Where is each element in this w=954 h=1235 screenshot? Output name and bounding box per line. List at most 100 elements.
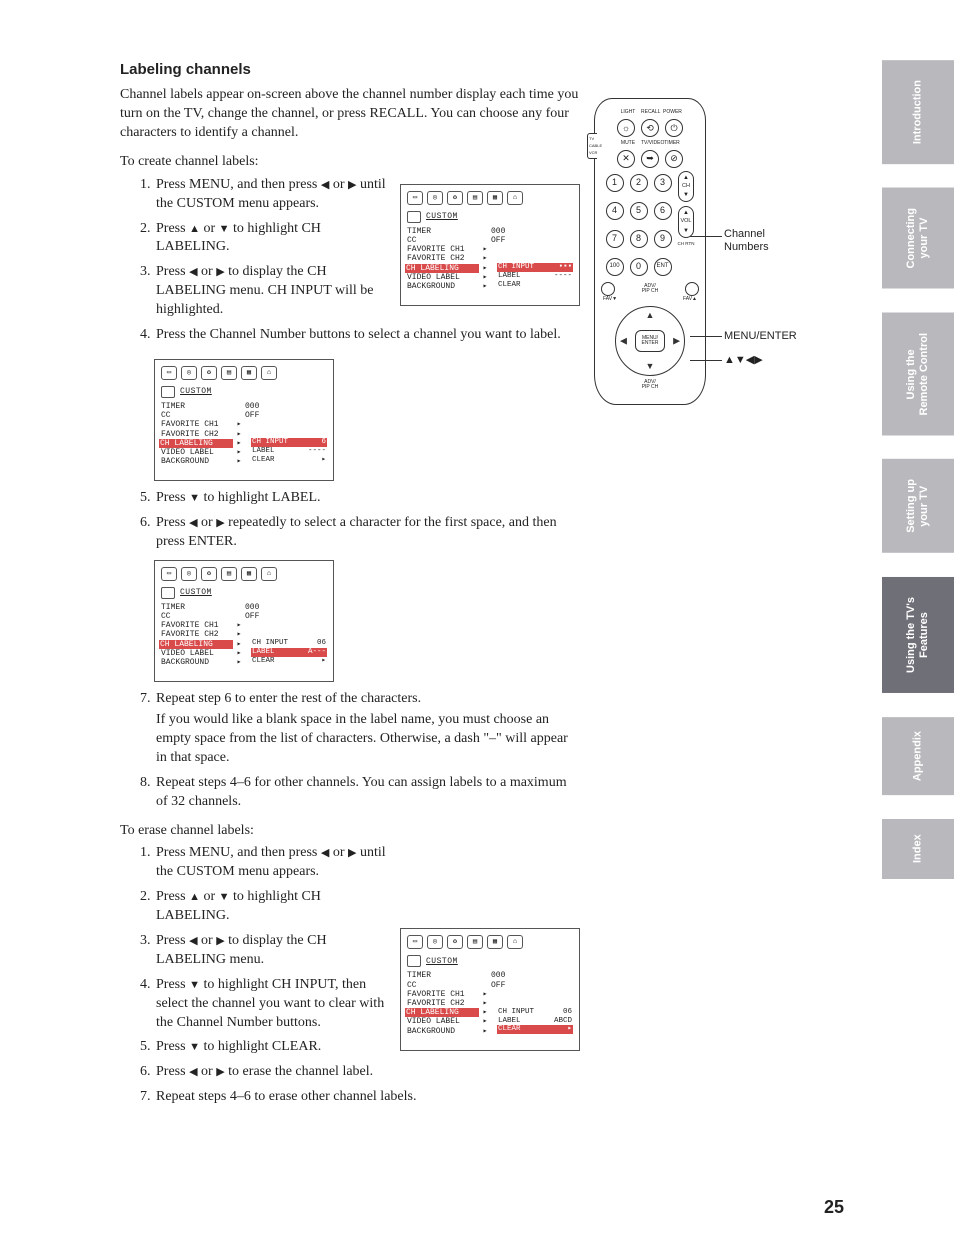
dpad-up-icon: ▲ <box>646 311 655 320</box>
lbl-mute: MUTE <box>619 140 637 147</box>
up-arrow-icon: ▲ <box>189 223 200 235</box>
osd3-timer: TIMER <box>161 603 233 612</box>
page-number: 25 <box>824 1195 844 1219</box>
callout-channel-numbers: Channel Numbers <box>724 228 769 253</box>
osd3-sub-chinput-v: 06 <box>302 639 326 648</box>
num-4[interactable]: 4 <box>606 202 624 220</box>
num-7[interactable]: 7 <box>606 230 624 248</box>
tab-index[interactable]: Index <box>882 819 954 879</box>
tab-introduction[interactable]: Introduction <box>882 60 954 164</box>
right-arrow-icon: ▶ <box>216 935 224 947</box>
osd4-sub-chinput-v: 06 <box>548 1008 572 1017</box>
callout-arrows: ▲▼◀▶ <box>724 354 763 367</box>
left-arrow-icon: ◀ <box>189 1066 197 1078</box>
create-step-7-note: If you would like a blank space in the l… <box>156 711 580 768</box>
callout-line-chnum <box>690 236 722 237</box>
lbl-tvvideo: TV/VIDEO <box>641 140 659 147</box>
ch-up-icon: ▲ <box>683 174 689 182</box>
osd4-title: CUSTOM <box>426 957 458 966</box>
osd3-vlabel: VIDEO LABEL <box>161 649 233 658</box>
num-5[interactable]: 5 <box>630 202 648 220</box>
vol-rocker[interactable]: ▲ VOL ▼ <box>678 206 694 238</box>
menu-enter-button[interactable]: MENU/ ENTER <box>635 330 665 352</box>
erase-step-7: Repeat steps 4–6 to erase other channel … <box>154 1088 580 1107</box>
tab-remote[interactable]: Using the Remote Control <box>882 313 954 436</box>
osd3-bg: BACKGROUND <box>161 658 233 667</box>
num-100[interactable]: 100 <box>606 258 624 276</box>
num-8[interactable]: 8 <box>630 230 648 248</box>
osd4-bg: BACKGROUND <box>407 1027 479 1036</box>
osd3-fav2: FAVORITE CH2 <box>161 630 233 639</box>
tab-features[interactable]: Using the TV's Features <box>882 577 954 693</box>
callout-menu-enter: MENU/ENTER <box>724 330 797 343</box>
osd3-timer-v: 000 <box>245 603 275 612</box>
create-step-3: Press ◀ or ▶ to display the CH LABELING … <box>154 263 580 320</box>
btn-power[interactable]: ⏻ <box>665 119 683 137</box>
btn-light[interactable]: ☼ <box>617 119 635 137</box>
dpad[interactable]: ▲ ▼ ◀ ▶ MENU/ ENTER <box>615 306 685 376</box>
create-step-5: Press ▼ to highlight LABEL. <box>154 489 580 508</box>
num-3[interactable]: 3 <box>654 174 672 192</box>
source-switch: TV CABLE VCR <box>587 133 597 159</box>
erase-step-2: Press ▲ or ▼ to highlight CH LABELING. <box>154 888 580 926</box>
osd2-bg: BACKGROUND <box>161 457 233 466</box>
osd2-vlabel: VIDEO LABEL <box>161 448 233 457</box>
osd2-cc-v: OFF <box>245 411 275 420</box>
btn-favm[interactable] <box>601 282 615 296</box>
osd3-sub-clear: CLEAR <box>252 657 275 666</box>
btn-tvvideo[interactable]: ➥ <box>641 150 659 168</box>
right-arrow-icon: ▶ <box>216 266 224 278</box>
dpad-right-icon: ▶ <box>673 337 680 346</box>
left-arrow-icon: ◀ <box>189 935 197 947</box>
btn-mute[interactable]: ✕ <box>617 150 635 168</box>
erase-lead: To erase channel labels: <box>120 822 844 841</box>
vol-label: VOL <box>680 219 691 225</box>
osd2-sub-label-v: ---- <box>302 447 326 456</box>
create-steps-5-6: Press ▼ to highlight LABEL. Press ◀ or ▶… <box>120 489 580 552</box>
osd3-cc-v: OFF <box>245 612 275 621</box>
down-arrow-icon: ▼ <box>189 979 200 991</box>
btn-recall[interactable]: ⟲ <box>641 119 659 137</box>
down-arrow-icon: ▼ <box>189 492 200 504</box>
left-arrow-icon: ◀ <box>189 517 197 529</box>
ch-rocker[interactable]: ▲ CH ▼ <box>678 171 694 203</box>
left-arrow-icon: ◀ <box>189 266 197 278</box>
osd4-chlbl: CH LABELING <box>405 1008 479 1017</box>
num-ent[interactable]: ENT <box>654 258 672 276</box>
osd2-title: CUSTOM <box>180 387 212 396</box>
dpad-down-icon: ▼ <box>646 362 655 371</box>
osd-figure-4: ▭◎✪▤▦⌂ CUSTOM TIMER000 CCOFF FAVORITE CH… <box>400 924 580 1050</box>
erase-step-6: Press ◀ or ▶ to erase the channel label. <box>154 1063 580 1082</box>
lbl-power: POWER <box>663 109 681 116</box>
switch-cable: CABLE <box>589 144 597 148</box>
osd2-sub-label: LABEL <box>252 447 275 456</box>
down-arrow-icon: ▼ <box>219 891 230 903</box>
create-step-6: Press ◀ or ▶ repeatedly to select a char… <box>154 514 580 552</box>
osd4-sub-label-v: ABCD <box>548 1017 572 1026</box>
osd4-sub-label: LABEL <box>498 1017 521 1026</box>
tab-connecting[interactable]: Connecting your TV <box>882 188 954 289</box>
erase-step-1: Press MENU, and then press ◀ or ▶ until … <box>154 844 580 882</box>
callout-line-menu <box>690 336 722 337</box>
create-step-7: Repeat step 6 to enter the rest of the c… <box>154 690 580 768</box>
remote-figure: TV CABLE VCR LIGHT RECALL POWER ☼ ⟲ ⏻ MU… <box>594 98 824 405</box>
num-2[interactable]: 2 <box>630 174 648 192</box>
btn-timer[interactable]: ⊘ <box>665 150 683 168</box>
osd3-sub-label-v: A--- <box>302 648 326 657</box>
ch-label: CH <box>682 184 690 190</box>
tab-appendix[interactable]: Appendix <box>882 717 954 795</box>
vol-up-icon: ▲ <box>683 209 689 217</box>
section-tabs: Introduction Connecting your TV Using th… <box>882 60 954 879</box>
osd4-sub-clear: CLEAR <box>498 1025 521 1034</box>
tab-setup[interactable]: Setting up your TV <box>882 459 954 553</box>
osd4-sub-chinput: CH INPUT <box>498 1008 534 1017</box>
btn-favp[interactable] <box>685 282 699 296</box>
intro-paragraph: Channel labels appear on-screen above th… <box>120 86 590 143</box>
create-steps-7-8: Repeat step 6 to enter the rest of the c… <box>120 690 580 811</box>
section-title: Labeling channels <box>120 60 844 80</box>
num-1[interactable]: 1 <box>606 174 624 192</box>
num-0[interactable]: 0 <box>630 258 648 276</box>
callout-line-arrows <box>690 360 722 361</box>
num-6[interactable]: 6 <box>654 202 672 220</box>
num-9[interactable]: 9 <box>654 230 672 248</box>
